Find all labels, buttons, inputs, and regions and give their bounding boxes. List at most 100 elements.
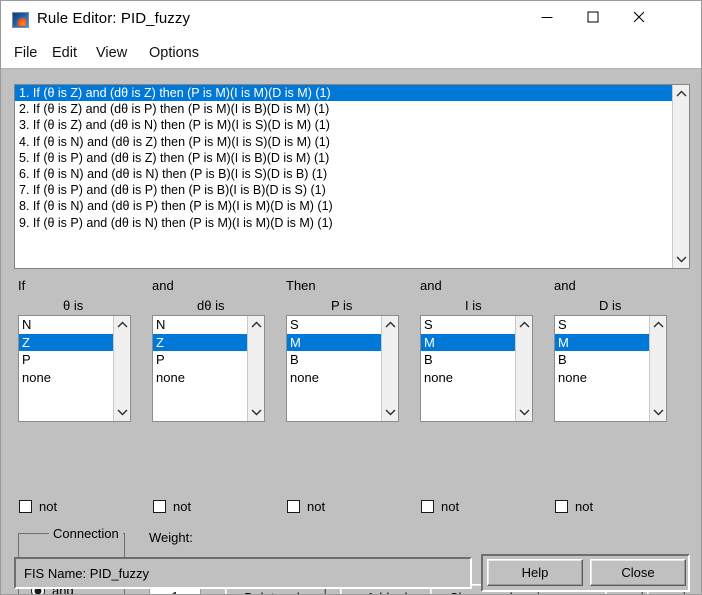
rule-list-items[interactable]: 1. If (θ is Z) and (dθ is Z) then (P is … [15, 85, 672, 268]
scroll-up-icon[interactable] [248, 316, 264, 333]
column-variable-label: dθ is [197, 298, 225, 313]
rule-editor-window: Rule Editor: PID_fuzzy File Edit View Op… [0, 0, 702, 595]
membership-listbox-items[interactable]: N Z Pnone [19, 316, 113, 421]
membership-option[interactable]: B [421, 351, 515, 369]
membership-listbox-items[interactable]: N Z Pnone [153, 316, 247, 421]
client-area: 1. If (θ is Z) and (dθ is Z) then (P is … [1, 70, 701, 594]
column-variable-label: θ is [63, 298, 84, 313]
column-connective-label: and [152, 278, 174, 293]
rule-list-item[interactable]: 8. If (θ is N) and (dθ is P) then (P is … [15, 198, 672, 214]
column-connective-label: and [420, 278, 442, 293]
maximize-icon[interactable] [570, 1, 616, 33]
rule-list-item[interactable]: 2. If (θ is Z) and (dθ is P) then (P is … [15, 101, 672, 117]
not-checkbox-label: not [575, 499, 594, 514]
rule-list-item[interactable]: 5. If (θ is P) and (dθ is Z) then (P is … [15, 150, 672, 166]
column-variable-label: I is [465, 298, 482, 313]
connection-legend: Connection [49, 526, 123, 541]
scroll-down-icon[interactable] [248, 404, 264, 421]
membership-option[interactable]: S [555, 316, 649, 334]
not-checkbox-indicator [287, 500, 300, 513]
membership-option[interactable]: N [153, 316, 247, 334]
title-bar: Rule Editor: PID_fuzzy [1, 1, 701, 39]
scroll-down-icon[interactable] [382, 404, 398, 421]
membership-option[interactable]: S [287, 316, 381, 334]
rule-list[interactable]: 1. If (θ is Z) and (dθ is Z) then (P is … [14, 84, 690, 269]
membership-listbox-scrollbar[interactable] [649, 316, 666, 421]
membership-listbox[interactable]: N Z Pnone [152, 315, 265, 422]
membership-option[interactable]: none [287, 369, 381, 387]
scroll-up-icon[interactable] [114, 316, 130, 333]
menu-bar: File Edit View Options [1, 39, 701, 69]
column-variable-label: D is [599, 298, 622, 313]
not-checkbox[interactable]: not [555, 499, 593, 514]
membership-option[interactable]: S [421, 316, 515, 334]
membership-option[interactable]: none [153, 369, 247, 387]
rule-list-scrollbar[interactable] [672, 85, 689, 268]
status-panel: FIS Name: PID_fuzzy [14, 557, 472, 589]
membership-option[interactable]: M [287, 333, 381, 351]
minimize-icon[interactable] [524, 1, 570, 33]
window-title: Rule Editor: PID_fuzzy [37, 10, 191, 27]
membership-listbox[interactable]: S M Bnone [286, 315, 399, 422]
membership-listbox-items[interactable]: S M Bnone [287, 316, 381, 421]
scroll-up-icon[interactable] [673, 85, 689, 102]
membership-listbox-scrollbar[interactable] [515, 316, 532, 421]
rule-list-item[interactable]: 9. If (θ is P) and (dθ is N) then (P is … [15, 215, 672, 231]
membership-option[interactable]: B [555, 351, 649, 369]
menu-item-file[interactable]: File [9, 43, 42, 63]
not-checkbox-label: not [173, 499, 192, 514]
scroll-up-icon[interactable] [516, 316, 532, 333]
rule-list-item[interactable]: 3. If (θ is Z) and (dθ is N) then (P is … [15, 117, 672, 133]
membership-listbox-items[interactable]: S M Bnone [555, 316, 649, 421]
membership-option[interactable]: none [19, 369, 113, 387]
not-checkbox-indicator [421, 500, 434, 513]
membership-option[interactable]: none [555, 369, 649, 387]
close-icon[interactable] [616, 1, 662, 33]
membership-option[interactable]: Z [153, 333, 247, 351]
membership-listbox-items[interactable]: S M Bnone [421, 316, 515, 421]
membership-option[interactable]: none [421, 369, 515, 387]
rule-list-item[interactable]: 6. If (θ is N) and (dθ is N) then (P is … [15, 166, 672, 182]
membership-listbox[interactable]: S M Bnone [420, 315, 533, 422]
membership-option[interactable]: M [421, 333, 515, 351]
rule-list-item[interactable]: 1. If (θ is Z) and (dθ is Z) then (P is … [15, 85, 672, 102]
membership-listbox[interactable]: N Z Pnone [18, 315, 131, 422]
membership-listbox-scrollbar[interactable] [247, 316, 264, 421]
not-checkbox-indicator [555, 500, 568, 513]
menu-item-edit[interactable]: Edit [47, 43, 82, 63]
scroll-up-icon[interactable] [650, 316, 666, 333]
menu-item-options[interactable]: Options [144, 43, 204, 63]
membership-option[interactable]: M [555, 333, 649, 351]
membership-option[interactable]: P [19, 351, 113, 369]
membership-listbox-scrollbar[interactable] [113, 316, 130, 421]
membership-listbox[interactable]: S M Bnone [554, 315, 667, 422]
column-connective-label: Then [286, 278, 316, 293]
not-checkbox[interactable]: not [287, 499, 325, 514]
weight-label: Weight: [149, 530, 193, 545]
membership-option[interactable]: P [153, 351, 247, 369]
scroll-down-icon[interactable] [114, 404, 130, 421]
not-checkbox-label: not [307, 499, 326, 514]
column-variable-label: P is [331, 298, 353, 313]
help-button[interactable]: Help [487, 559, 583, 586]
membership-option[interactable]: N [19, 316, 113, 334]
membership-option[interactable]: Z [19, 333, 113, 351]
not-checkbox[interactable]: not [19, 499, 57, 514]
not-checkbox[interactable]: not [153, 499, 191, 514]
close-button[interactable]: Close [590, 559, 686, 586]
rule-list-item[interactable]: 4. If (θ is N) and (dθ is Z) then (P is … [15, 134, 672, 150]
scroll-down-icon[interactable] [673, 251, 689, 268]
scroll-down-icon[interactable] [650, 404, 666, 421]
not-checkbox-label: not [441, 499, 460, 514]
scroll-down-icon[interactable] [516, 404, 532, 421]
matlab-icon [12, 12, 29, 28]
membership-option[interactable]: B [287, 351, 381, 369]
column-connective-label: If [18, 278, 26, 293]
not-checkbox-indicator [153, 500, 166, 513]
membership-listbox-scrollbar[interactable] [381, 316, 398, 421]
scroll-up-icon[interactable] [382, 316, 398, 333]
menu-item-view[interactable]: View [91, 43, 132, 63]
rule-list-item[interactable]: 7. If (θ is P) and (dθ is P) then (P is … [15, 182, 672, 198]
not-checkbox-label: not [39, 499, 58, 514]
not-checkbox[interactable]: not [421, 499, 459, 514]
